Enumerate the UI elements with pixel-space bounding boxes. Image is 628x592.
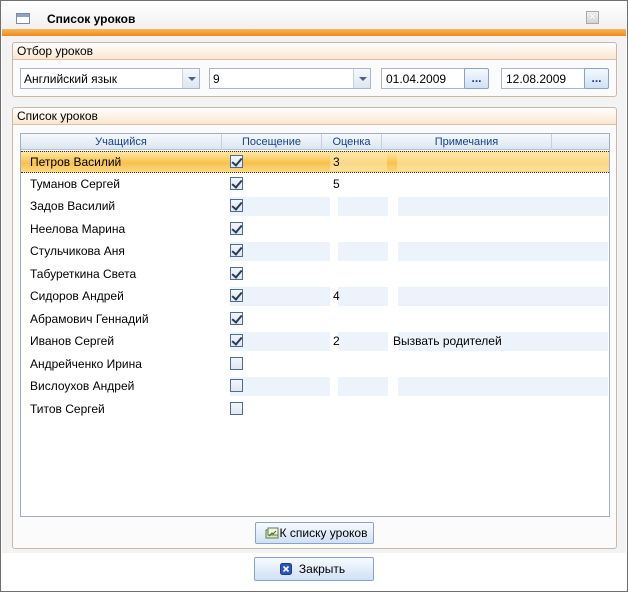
date-from-value: 01.04.2009 (386, 72, 447, 86)
filter-group-header: Отбор уроков (13, 43, 616, 60)
grade-cell[interactable]: 4 (333, 289, 340, 303)
grid-header: Учащийся Посещение Оценка Примечания (21, 134, 609, 150)
grade-cell[interactable]: 2 (333, 334, 340, 348)
row-band (398, 197, 608, 216)
column-header-grade[interactable]: Оценка (322, 134, 382, 150)
window-icon (16, 13, 30, 24)
row-band (338, 197, 388, 216)
table-row[interactable]: Вислоухов Андрей (21, 376, 609, 398)
table-row[interactable]: Титов Сергей (21, 399, 609, 421)
student-name: Задов Василий (30, 199, 116, 213)
table-row[interactable]: Туманов Сергей 5 (21, 174, 609, 196)
student-name: Туманов Сергей (30, 176, 120, 191)
to-lessons-list-button[interactable]: К списку уроков (255, 522, 374, 544)
close-button[interactable]: Закрыть (254, 557, 374, 581)
column-header-attendance[interactable]: Посещение (222, 134, 322, 150)
student-name: Титов Сергей (30, 401, 105, 416)
student-name: Абрамович Геннадий (30, 311, 149, 326)
student-name: Неелова Марина (30, 221, 126, 236)
row-band (230, 197, 330, 216)
student-name: Андрейченко Ирина (30, 356, 142, 371)
attendance-checkbox[interactable] (230, 176, 243, 190)
attendance-checkbox[interactable] (230, 244, 243, 257)
grade-cell[interactable]: 3 (333, 155, 340, 169)
row-band (230, 332, 330, 351)
table-row[interactable]: Табуреткина Света (21, 264, 609, 286)
student-name: Вислоухов Андрей (30, 379, 135, 393)
close-icon (280, 563, 292, 575)
close-button-label: Закрыть (298, 562, 346, 576)
student-name: Сидоров Андрей (30, 289, 124, 303)
subject-select[interactable]: Английский язык (20, 68, 200, 89)
row-band (398, 287, 608, 306)
title-bar[interactable]: Список уроков ✕ (1, 1, 627, 29)
grade-cell[interactable]: 5 (333, 177, 340, 191)
row-band (338, 287, 388, 306)
accent-strip (2, 29, 626, 36)
column-header-filler (552, 134, 609, 150)
attendance-checkbox[interactable] (230, 334, 243, 347)
student-name: Табуреткина Света (30, 266, 137, 281)
row-band (230, 377, 330, 396)
table-row[interactable]: Петров Василий 3 (21, 151, 609, 173)
attendance-checkbox[interactable] (230, 155, 243, 168)
student-name: Петров Василий (30, 155, 122, 169)
row-band (230, 242, 330, 261)
lessons-grid[interactable]: Учащийся Посещение Оценка Примечания Пет… (20, 133, 610, 517)
column-header-student[interactable]: Учащийся (21, 134, 222, 150)
attendance-checkbox[interactable] (230, 401, 243, 415)
date-to-value: 12.08.2009 (506, 72, 567, 86)
list-icon (265, 527, 279, 539)
table-row[interactable]: Абрамович Геннадий (21, 309, 609, 331)
grade-value: 9 (213, 72, 220, 86)
date-from-field[interactable]: 01.04.2009 (381, 68, 465, 89)
attendance-checkbox[interactable] (230, 356, 243, 370)
grade-select[interactable]: 9 (209, 68, 371, 89)
attendance-checkbox[interactable] (230, 311, 243, 325)
table-row[interactable]: Стульчикова Аня (21, 241, 609, 263)
table-row[interactable]: Андрейченко Ирина (21, 354, 609, 376)
subject-value: Английский язык (24, 72, 118, 86)
chevron-down-icon[interactable] (353, 69, 370, 88)
dialog-window: Список уроков ✕ Отбор уроков Английский … (0, 0, 628, 592)
date-to-picker-button[interactable]: ... (584, 68, 609, 89)
table-row[interactable]: Иванов Сергей 2 Вызвать родителей (21, 331, 609, 353)
date-to-field[interactable]: 12.08.2009 (501, 68, 585, 89)
window-title: Список уроков (47, 12, 136, 26)
row-band (230, 287, 330, 306)
cell-editor-band (397, 154, 609, 171)
row-band (338, 332, 388, 351)
attendance-checkbox[interactable] (230, 221, 243, 235)
lessons-group-header: Список уроков (13, 108, 616, 125)
attendance-checkbox[interactable] (230, 266, 243, 280)
table-row[interactable]: Задов Василий (21, 196, 609, 218)
attendance-checkbox[interactable] (230, 289, 243, 302)
date-from-picker-button[interactable]: ... (464, 68, 489, 89)
notes-cell[interactable]: Вызвать родителей (393, 334, 502, 348)
row-band (398, 377, 608, 396)
attendance-checkbox[interactable] (230, 199, 243, 212)
student-name: Иванов Сергей (30, 334, 115, 348)
student-name: Стульчикова Аня (30, 244, 125, 258)
table-row[interactable]: Неелова Марина (21, 219, 609, 241)
table-row[interactable]: Сидоров Андрей 4 (21, 286, 609, 308)
chevron-down-icon[interactable] (182, 69, 199, 88)
row-band (398, 242, 608, 261)
column-header-notes[interactable]: Примечания (382, 134, 552, 150)
close-icon[interactable]: ✕ (586, 11, 599, 24)
attendance-checkbox[interactable] (230, 379, 243, 392)
row-band (338, 242, 388, 261)
row-band (338, 377, 388, 396)
